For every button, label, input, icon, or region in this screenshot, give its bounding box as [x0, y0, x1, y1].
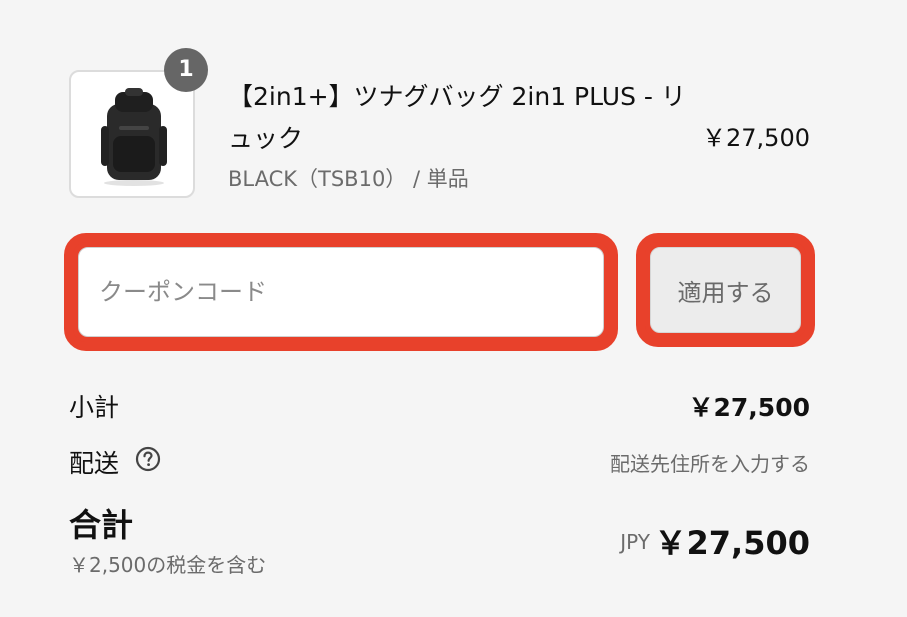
subtotal-label: 小計: [69, 393, 120, 422]
product-title: 【2in1+】ツナグバッグ 2in1 PLUS - リュック: [228, 82, 686, 153]
product-variant: BLACK（TSB10） / 単品: [228, 167, 469, 191]
line-item-price: ￥27,500: [702, 124, 810, 152]
total-row: 合計 ￥2,500の税金を含む JPY ￥27,500: [69, 500, 810, 590]
cart-line-item: 1 【2in1+】ツナグバッグ 2in1 PLUS - リュック BLACK（T…: [0, 0, 907, 210]
shipping-row: 配送 配送先住所を入力する: [69, 444, 810, 484]
coupon-code-input[interactable]: [78, 247, 604, 337]
coupon-field-highlight: [64, 233, 618, 351]
total-value: ￥27,500: [654, 524, 811, 562]
subtotal-value: ￥27,500: [688, 393, 810, 422]
quantity-badge: 1: [164, 48, 208, 92]
tax-note: ￥2,500の税金を含む: [69, 553, 267, 577]
backpack-icon: [101, 88, 167, 186]
question-circle-icon[interactable]: [135, 446, 161, 472]
currency-code: JPY: [620, 530, 650, 554]
shipping-value: 配送先住所を入力する: [610, 452, 810, 476]
total-label: 合計: [69, 506, 134, 544]
subtotal-row: 小計 ￥27,500: [69, 388, 810, 428]
apply-button-highlight: 適用する: [636, 233, 815, 347]
apply-coupon-button[interactable]: 適用する: [650, 247, 801, 333]
shipping-label: 配送: [69, 449, 120, 478]
